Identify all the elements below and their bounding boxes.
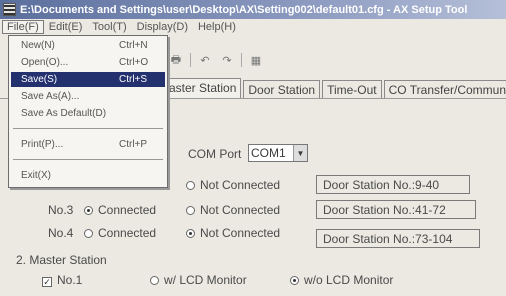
menu-separator	[13, 159, 163, 160]
print-icon[interactable]: 🖶	[168, 53, 184, 68]
menu-item-new[interactable]: New(N) Ctrl+N	[11, 38, 165, 53]
menu-item-save-as[interactable]: Save As(A)...	[11, 89, 165, 104]
com-port-value: COM1	[251, 146, 286, 160]
menu-tool[interactable]: Tool(T)	[87, 21, 131, 33]
check-icon[interactable]: ✓	[42, 277, 52, 287]
radio-row4-not-connected[interactable]: Not Connected	[186, 226, 280, 240]
radio-row4-connected[interactable]: Connected	[84, 226, 156, 240]
com-port-label: COM Port	[188, 147, 242, 161]
door-station-range-row2: Door Station No.:9-40	[316, 175, 470, 194]
radio-button[interactable]	[84, 206, 93, 215]
checkbox-label: No.1	[57, 273, 83, 287]
tab-time-out[interactable]: Time-Out	[322, 80, 382, 98]
window-title: E:\Documents and Settings\user\Desktop\A…	[20, 3, 468, 16]
menu-separator	[13, 128, 163, 129]
radio-label: Connected	[98, 226, 157, 240]
menu-display[interactable]: Display(D)	[132, 21, 193, 33]
radio-without-lcd[interactable]: w/o LCD Monitor	[290, 273, 393, 287]
tab-door-station[interactable]: Door Station	[243, 80, 321, 98]
radio-button[interactable]	[186, 229, 195, 238]
door-station-range-row4: Door Station No.:73-104	[316, 229, 480, 248]
radio-with-lcd[interactable]: w/ LCD Monitor	[150, 273, 247, 287]
radio-row3-connected[interactable]: Connected	[84, 203, 156, 217]
tab-strip: Master Station Door Station Time-Out CO …	[154, 78, 506, 98]
redo-icon[interactable]: ↷	[219, 53, 235, 68]
menu-edit[interactable]: Edit(E)	[44, 21, 88, 33]
master-station-heading: 2. Master Station	[16, 253, 107, 267]
title-bar: E:\Documents and Settings\user\Desktop\A…	[0, 0, 506, 19]
menu-item-open[interactable]: Open(O)... Ctrl+O	[11, 55, 165, 70]
radio-row2-not-connected[interactable]: Not Connected	[186, 178, 280, 192]
menu-item-exit[interactable]: Exit(X)	[11, 168, 165, 183]
radio-label: Not Connected	[200, 226, 281, 240]
radio-label: w/o LCD Monitor	[304, 273, 394, 287]
tab-co-transfer[interactable]: CO Transfer/Commun	[383, 80, 506, 98]
menu-item-save[interactable]: Save(S) Ctrl+S	[11, 72, 165, 87]
radio-label: Not Connected	[200, 203, 281, 217]
radio-button[interactable]	[84, 229, 93, 238]
station-no3-label: No.3	[48, 203, 74, 217]
radio-label: Connected	[98, 203, 157, 217]
radio-button[interactable]	[186, 206, 195, 215]
master-no1-checkbox[interactable]: ✓ No.1	[42, 273, 82, 287]
radio-label: w/ LCD Monitor	[164, 273, 247, 287]
station-no4-label: No.4	[48, 226, 74, 240]
menu-bar: File(F) Edit(E) Tool(T) Display(D) Help(…	[0, 19, 506, 35]
com-port-select[interactable]: COM1 ▼	[248, 144, 308, 162]
toolbar-separator	[190, 53, 191, 67]
menu-help[interactable]: Help(H)	[193, 21, 241, 33]
radio-row3-not-connected[interactable]: Not Connected	[186, 203, 280, 217]
file-menu-dropdown: New(N) Ctrl+N Open(O)... Ctrl+O Save(S) …	[8, 35, 168, 188]
undo-icon[interactable]: ↶	[197, 53, 213, 68]
menu-file[interactable]: File(F)	[2, 20, 44, 34]
radio-label: Not Connected	[200, 178, 281, 192]
chevron-down-icon[interactable]: ▼	[293, 145, 307, 161]
door-station-range-row3: Door Station No.:41-72	[316, 200, 476, 219]
radio-button[interactable]	[186, 181, 195, 190]
toolbar: 🖶 ↶ ↷ ▦	[168, 50, 264, 70]
radio-button[interactable]	[290, 276, 299, 285]
menu-item-print[interactable]: Print(P)... Ctrl+P	[11, 137, 165, 152]
radio-button[interactable]	[150, 276, 159, 285]
settings-icon[interactable]: ▦	[248, 53, 264, 68]
menu-item-save-as-default[interactable]: Save As Default(D)	[11, 106, 165, 121]
toolbar-separator	[241, 53, 242, 67]
app-icon	[3, 3, 16, 16]
